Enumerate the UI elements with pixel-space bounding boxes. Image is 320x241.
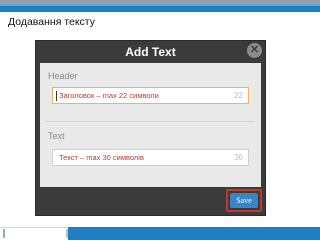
bottom-strip bbox=[0, 227, 68, 241]
close-icon[interactable]: ✕ bbox=[247, 43, 262, 58]
header-input[interactable]: Заголовок – max 22 символи 22 bbox=[52, 87, 249, 104]
header-input-placeholder: Заголовок – max 22 символи bbox=[59, 91, 159, 100]
bottom-divider-mark bbox=[66, 229, 68, 238]
section-divider bbox=[46, 121, 255, 122]
header-section-label: Header bbox=[48, 71, 78, 81]
text-char-counter: 30 bbox=[234, 153, 243, 162]
text-input-placeholder: Текст – max 30 символів bbox=[59, 153, 144, 162]
save-button-highlight: Save bbox=[226, 189, 262, 212]
save-button[interactable]: Save bbox=[230, 193, 258, 208]
page-caption: Додавання тексту bbox=[8, 16, 95, 28]
bottom-accent-bar bbox=[68, 227, 320, 240]
header-char-counter: 22 bbox=[234, 91, 243, 100]
add-text-dialog: Add Text ✕ Header Заголовок – max 22 сим… bbox=[35, 40, 266, 216]
text-caret bbox=[56, 91, 57, 101]
text-input[interactable]: Текст – max 30 символів 30 bbox=[52, 149, 249, 166]
top-accent-bar bbox=[0, 4, 320, 12]
dialog-panel: Header Заголовок – max 22 символи 22 Tex… bbox=[40, 63, 261, 187]
text-section-label: Text bbox=[48, 131, 65, 141]
dialog-title: Add Text bbox=[125, 45, 176, 59]
bottom-divider-mark bbox=[3, 229, 5, 238]
